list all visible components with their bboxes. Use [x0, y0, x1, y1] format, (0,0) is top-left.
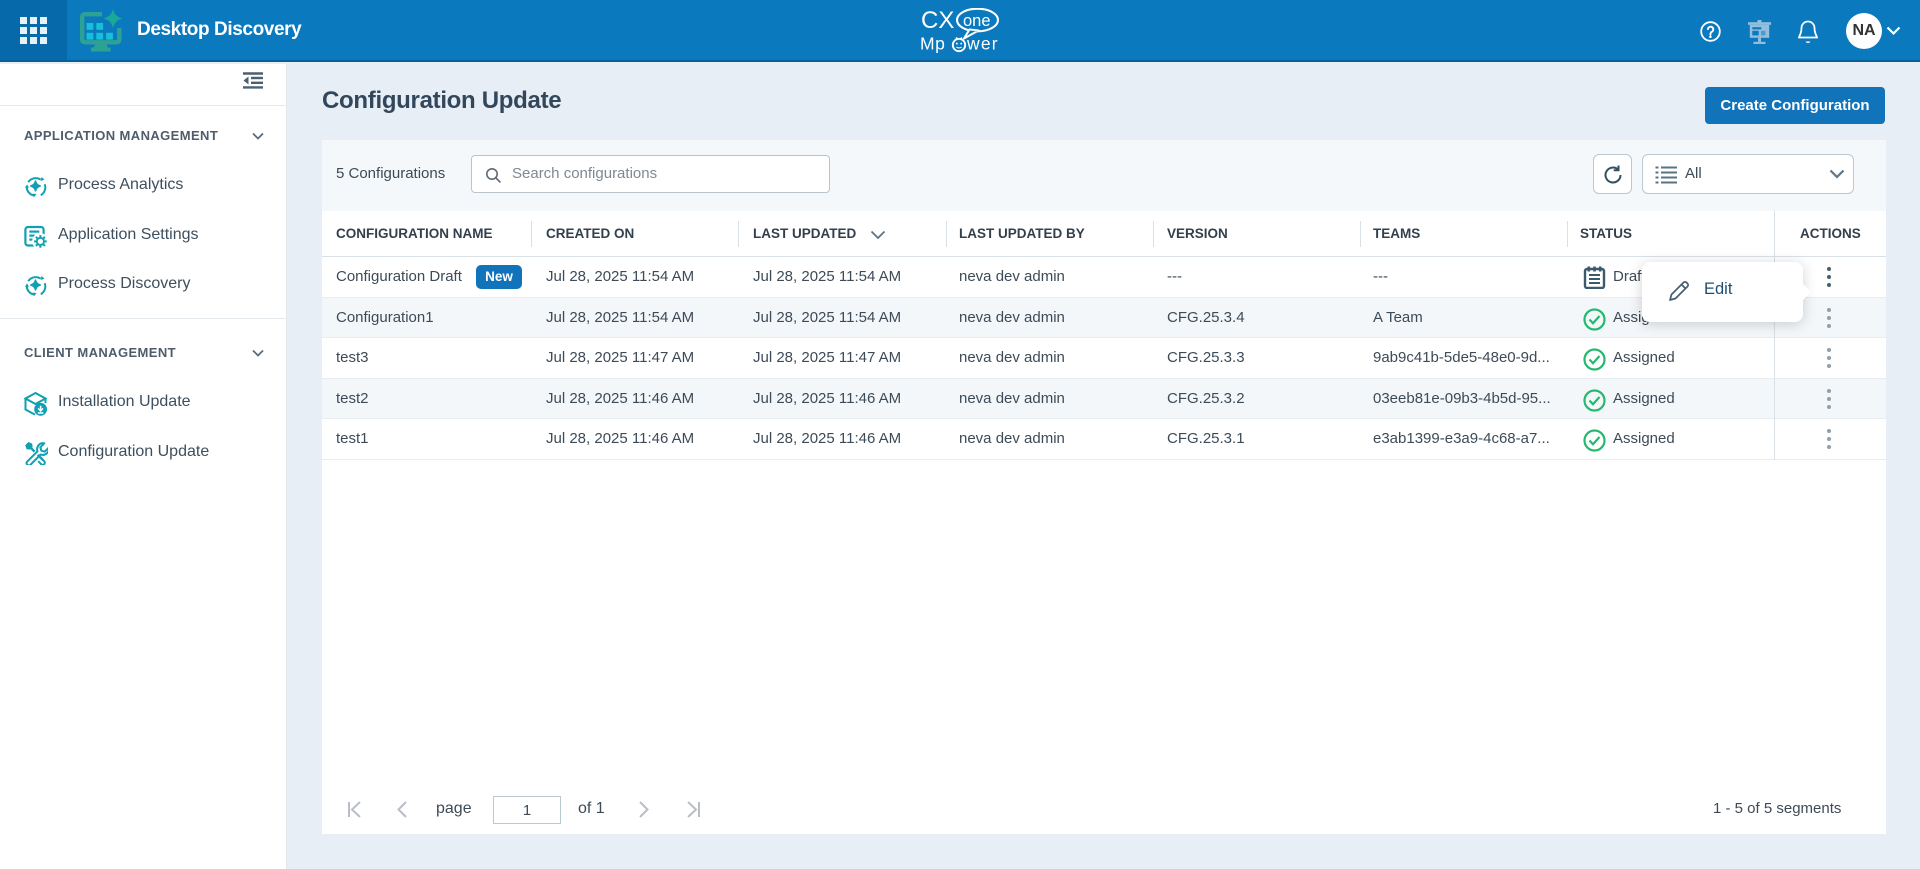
svg-text:CX: CX: [921, 8, 954, 34]
svg-text:Mp: Mp: [920, 34, 945, 54]
svg-text:one: one: [963, 12, 991, 30]
svg-text:wer: wer: [966, 34, 999, 54]
